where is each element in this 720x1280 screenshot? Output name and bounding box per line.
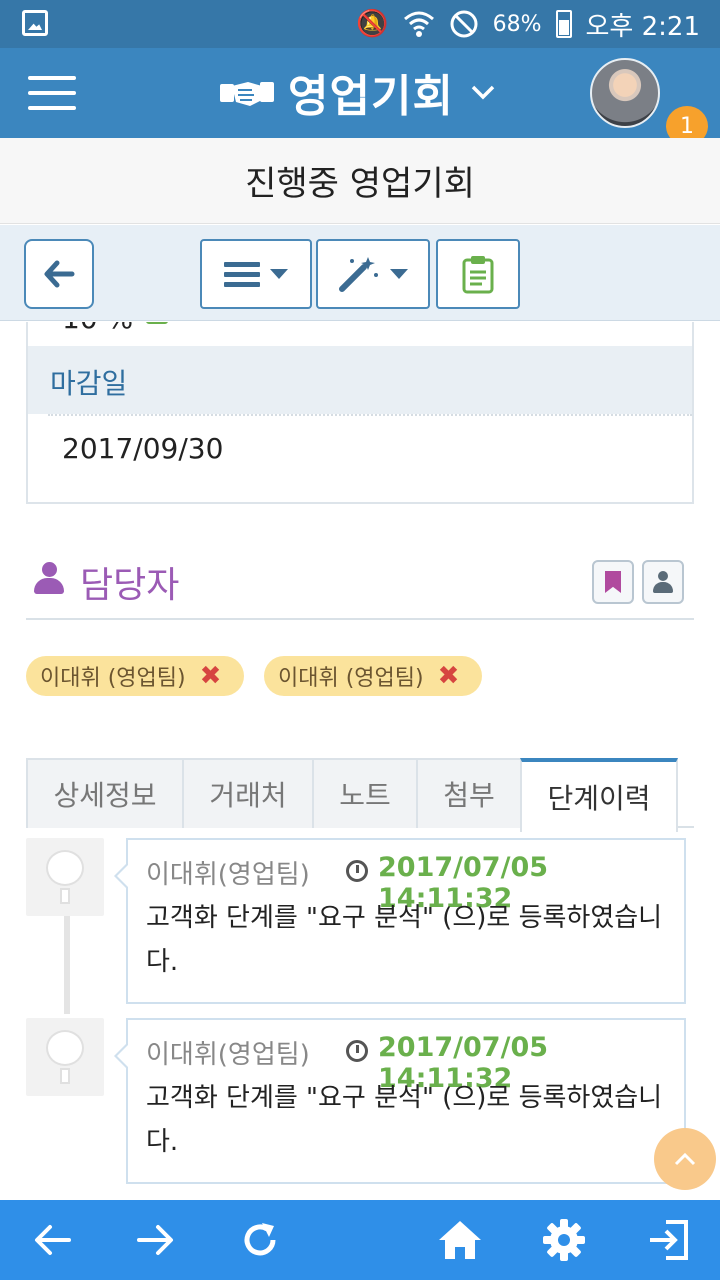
section-title: 담당자 [80, 565, 180, 606]
app-title: 영업기회 [288, 71, 454, 122]
remove-icon[interactable]: ✖ [438, 661, 460, 691]
clock-icon [346, 1040, 368, 1062]
magic-menu-button[interactable] [316, 239, 430, 309]
history-text: 고객화 단계를 "요구 분석" (으)로 등록하였습니다. [146, 903, 663, 977]
due-date-label: 마감일 [50, 367, 128, 400]
module-selector[interactable]: 영업기회 [218, 64, 496, 122]
due-date-label-row: 마감일 [28, 346, 692, 414]
handshake-icon [220, 82, 274, 106]
browser-back-button[interactable] [26, 1214, 78, 1266]
chevron-up-icon [674, 1152, 696, 1166]
bookmark-icon [605, 571, 621, 593]
avatar-placeholder-icon [26, 838, 104, 916]
refresh-icon [244, 1223, 276, 1256]
probability-value: 10 % [62, 322, 133, 335]
user-avatar[interactable] [590, 58, 660, 128]
assignee-tag: 이대휘 (영업팀) ✖ [26, 656, 244, 696]
history-author: 이대휘(영업팀) [146, 860, 310, 890]
chevron-down-icon [471, 85, 495, 100]
home-button[interactable] [434, 1214, 486, 1266]
tab-notes[interactable]: 노트 [312, 758, 418, 828]
tab-attachments[interactable]: 첨부 [416, 758, 522, 828]
content-area[interactable]: 10 % 마감일 2017/09/30 담당자 이대휘 (영업팀) ✖ 이대휘 … [0, 322, 720, 1200]
blocked-icon [450, 10, 478, 38]
wifi-icon [403, 11, 434, 37]
menu-icon[interactable] [28, 76, 76, 110]
app-bar: 영업기회 1 [0, 48, 720, 146]
scroll-top-button[interactable] [654, 1128, 716, 1190]
gear-icon [543, 1219, 585, 1261]
magic-wand-icon [339, 257, 378, 292]
arrow-left-icon [35, 1225, 71, 1255]
status-icons: 🔕 68% 오후 2:21 [356, 0, 700, 48]
list-icon [224, 262, 260, 287]
detail-tabs: 상세정보 거래처 노트 첨부 단계이력 [26, 756, 694, 832]
settings-button[interactable] [538, 1214, 590, 1266]
clock-icon [346, 860, 368, 882]
caret-down-icon [390, 269, 408, 279]
divider [48, 414, 692, 416]
tab-accounts[interactable]: 거래처 [182, 758, 314, 828]
detail-card: 10 % 마감일 2017/09/30 [26, 322, 694, 504]
status-bar: 🔕 68% 오후 2:21 [0, 0, 720, 48]
clipboard-button[interactable] [436, 239, 520, 309]
vibrate-mute-icon: 🔕 [356, 9, 389, 39]
arrow-right-icon [137, 1225, 173, 1255]
logout-button[interactable] [642, 1214, 694, 1266]
user-icon [653, 571, 673, 593]
add-assignee-button[interactable] [642, 560, 684, 604]
clock-text: 오후 2:21 [585, 11, 701, 42]
back-button[interactable] [24, 239, 94, 309]
history-author: 이대휘(영업팀) [146, 1040, 310, 1070]
tab-stage-history[interactable]: 단계이력 [520, 758, 678, 832]
assignee-tag: 이대휘 (영업팀) ✖ [264, 656, 482, 696]
gallery-notification-icon [22, 10, 48, 36]
action-toolbar [0, 225, 720, 321]
refresh-button[interactable] [234, 1214, 286, 1266]
logout-icon [650, 1220, 688, 1260]
caret-down-icon [270, 269, 288, 279]
history-text: 고객화 단계를 "요구 분석" (으)로 등록하였습니다. [146, 1083, 663, 1157]
browser-forward-button[interactable] [130, 1214, 182, 1266]
home-icon [439, 1221, 481, 1259]
clipboard-icon [462, 256, 494, 294]
avatar-placeholder-icon [26, 1018, 104, 1096]
tab-details[interactable]: 상세정보 [26, 758, 184, 828]
remove-icon[interactable]: ✖ [200, 661, 222, 691]
assignee-section-header: 담당자 [26, 550, 694, 620]
battery-icon [555, 10, 572, 38]
page-header: 진행중 영업기회 [0, 138, 720, 224]
history-card: 이대휘(영업팀) 2017/07/05 14:11:32 고객화 단계를 "요구… [114, 838, 686, 1004]
battery-percent: 68% [492, 11, 542, 37]
bottom-navigation [0, 1200, 720, 1280]
edit-icon[interactable] [146, 322, 168, 324]
list-menu-button[interactable] [200, 239, 312, 309]
assignee-name: 이대휘 (영업팀) [278, 666, 424, 691]
due-date-value: 2017/09/30 [62, 432, 224, 465]
person-icon [34, 562, 64, 596]
timeline-connector [64, 916, 70, 1014]
arrow-left-icon [44, 260, 75, 288]
bookmark-button[interactable] [592, 560, 634, 604]
history-card: 이대휘(영업팀) 2017/07/05 14:11:32 고객화 단계를 "요구… [114, 1018, 686, 1184]
assignee-name: 이대휘 (영업팀) [40, 666, 186, 691]
page-title: 진행중 영업기회 [245, 164, 475, 204]
